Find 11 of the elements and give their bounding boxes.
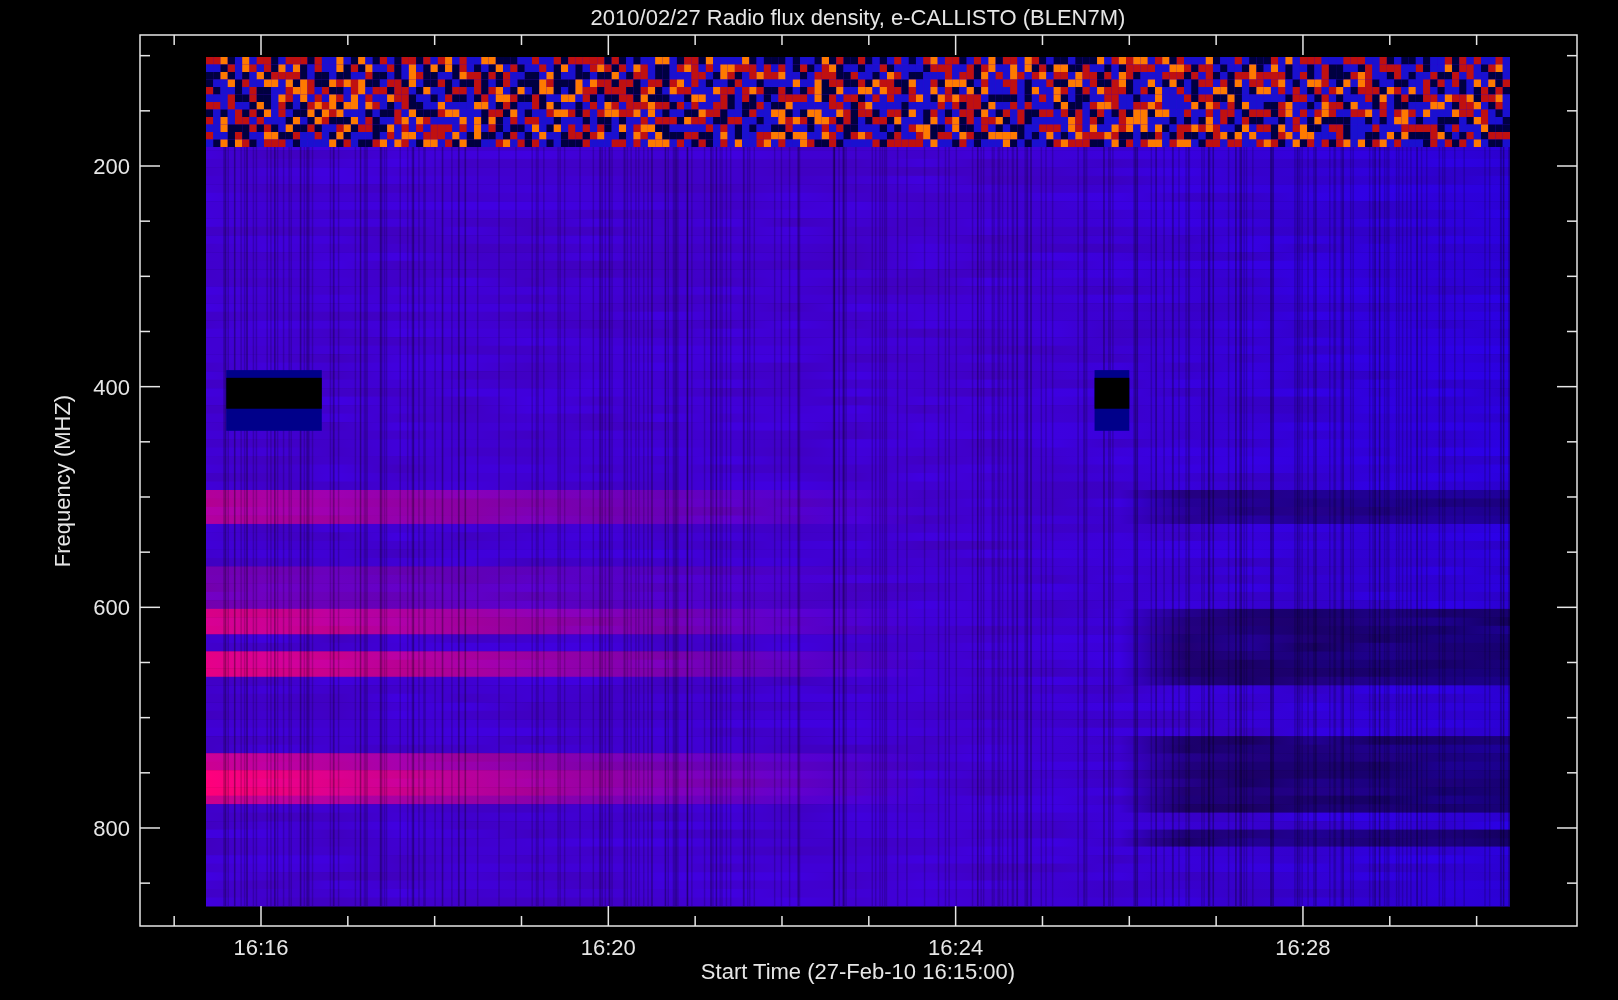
tick-label: 16:20 [580, 935, 636, 960]
tick-label: 200 [93, 154, 130, 179]
axis-label: Start Time (27-Feb-10 16:15:00) [700, 959, 1016, 984]
chart-title: 2010/02/27 Radio flux density, e-CALLISTO (BLEN7M) [590, 5, 1126, 30]
tick-label: 16:28 [1275, 935, 1331, 960]
tick-label: 16:16 [233, 935, 289, 960]
tick-label: 400 [93, 374, 130, 400]
tick-label: 600 [93, 595, 130, 621]
tick-label: 800 [93, 816, 130, 842]
axis-label: Frequency (MHZ) [50, 394, 75, 568]
tick-label: 16:24 [928, 935, 984, 960]
